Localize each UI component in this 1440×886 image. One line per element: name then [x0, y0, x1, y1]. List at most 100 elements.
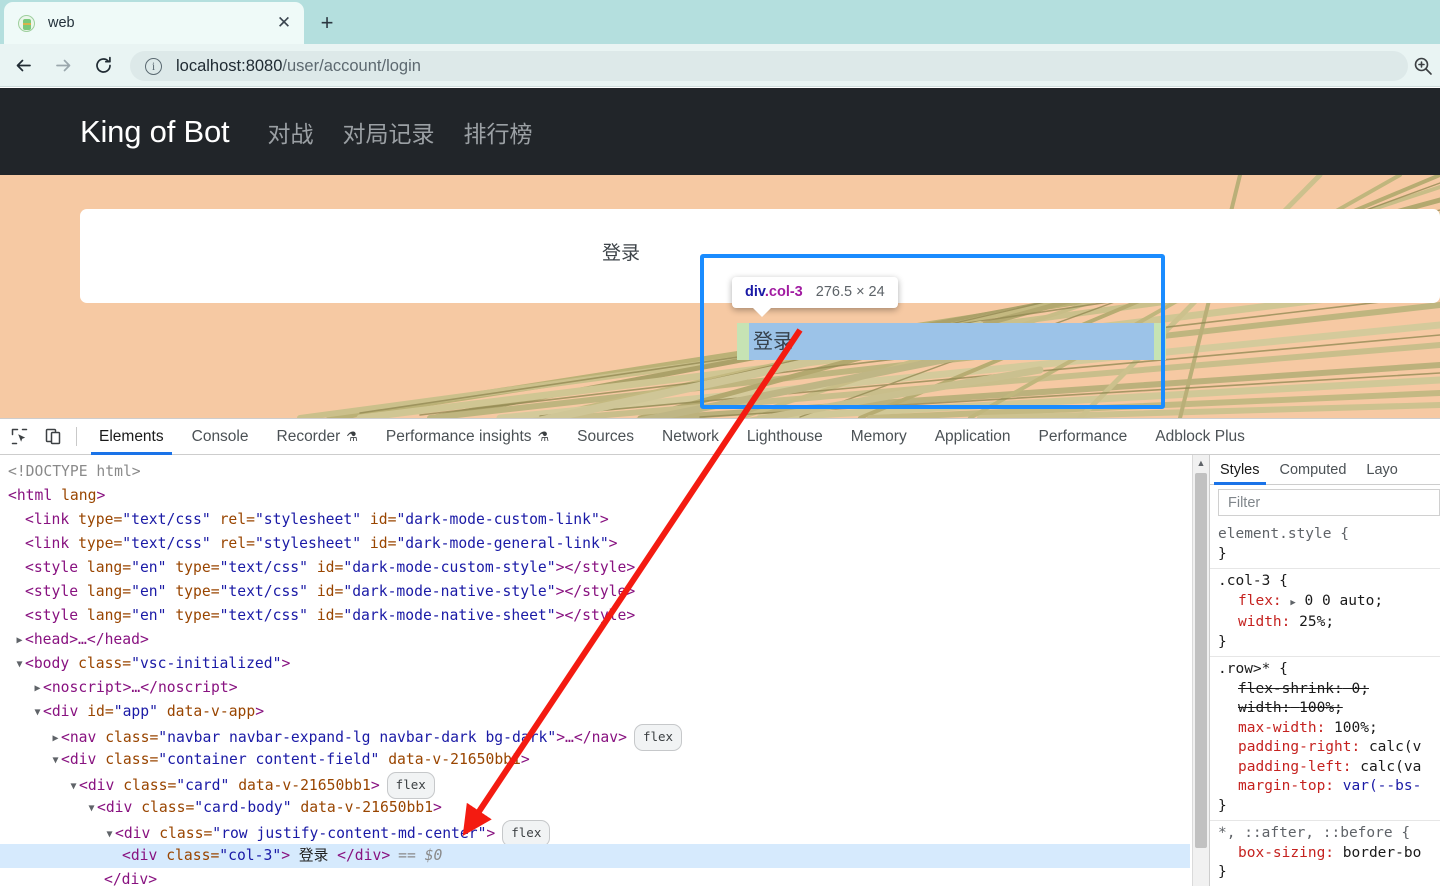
url-path: /user/account/login	[282, 56, 421, 75]
style-rule-row-children[interactable]: .row>* { flex-shrink: 0; width: 100%; ma…	[1210, 657, 1440, 821]
close-icon[interactable]: ✕	[271, 10, 297, 36]
dom-line-doctype[interactable]: <!DOCTYPE html>	[0, 460, 1190, 484]
styles-tab-styles[interactable]: Styles	[1210, 455, 1270, 485]
dom-line-link-general[interactable]: <link type="text/css" rel="stylesheet" i…	[0, 532, 1190, 556]
rule-selector[interactable]: .row>* {	[1218, 661, 1288, 677]
forward-arrow-icon[interactable]	[46, 48, 80, 82]
dom-line-selected-col3[interactable]: <div class="col-3"> 登录 </div> == $0	[0, 844, 1190, 868]
info-circle-icon[interactable]: i	[145, 57, 162, 75]
dom-line-app[interactable]: ▼ <div id="app" data-v-app>	[0, 700, 1190, 724]
attr-name: id	[316, 559, 335, 576]
plus-icon[interactable]: +	[312, 8, 342, 38]
devtools-tab-memory[interactable]: Memory	[837, 419, 921, 455]
dom-line-body[interactable]: ▼ <body class="vsc-initialized">	[0, 652, 1190, 676]
reload-icon[interactable]	[86, 48, 120, 82]
tab-label: Styles	[1220, 461, 1260, 478]
q: "	[131, 607, 140, 624]
zoom-in-icon[interactable]	[1410, 53, 1436, 79]
tag-name: html	[16, 487, 53, 504]
dom-line-html[interactable]: <html lang>	[0, 484, 1190, 508]
flex-badge[interactable]: flex	[633, 724, 683, 751]
style-rule-universal-box-sizing[interactable]: *, ::after, ::before { box-sizing: borde…	[1210, 821, 1440, 886]
flex-badge[interactable]: flex	[386, 772, 435, 799]
tag-close: >	[626, 583, 636, 600]
dom-line-nav[interactable]: ▶ <nav class="navbar navbar-expand-lg nav…	[0, 724, 1190, 751]
style-rule-element-style[interactable]: element.style { }	[1210, 522, 1440, 569]
styles-filter-input[interactable]: Filter	[1218, 489, 1440, 516]
devtools-tab-adblock-plus[interactable]: Adblock Plus	[1141, 419, 1259, 455]
styles-tab-computed[interactable]: Computed	[1270, 455, 1357, 485]
chevron-down-icon[interactable]: ▼	[32, 701, 43, 725]
nav-link-ranking[interactable]: 排行榜	[463, 115, 532, 149]
devtools-tab-console[interactable]: Console	[178, 419, 263, 455]
dom-line-style-sheet[interactable]: <style lang="en" type="text/css" id="dar…	[0, 604, 1190, 628]
q: "	[396, 535, 406, 552]
css-property-flex[interactable]: flex: ▶ 0 0 auto;	[1218, 592, 1440, 614]
doctype-text: <!DOCTYPE html>	[8, 463, 141, 480]
chevron-right-icon[interactable]: ▶	[32, 677, 43, 701]
css-property-margin-top[interactable]: margin-top: var(--bs-	[1218, 777, 1440, 797]
dom-line-style-native[interactable]: <style lang="en" type="text/css" id="dar…	[0, 580, 1190, 604]
site-brand[interactable]: King of Bot	[80, 114, 230, 150]
devtools-tab-network[interactable]: Network	[648, 419, 733, 455]
css-property-box-sizing[interactable]: box-sizing: border-bo	[1218, 844, 1440, 864]
css-property-flex-shrink[interactable]: flex-shrink: 0;	[1218, 680, 1440, 700]
dom-line-head[interactable]: ▶ <head>…</head>	[0, 628, 1190, 652]
dom-line-row-close[interactable]: </div>	[0, 868, 1190, 886]
attr-name: type	[78, 511, 114, 528]
rule-close-brace: }	[1218, 864, 1227, 880]
styles-tab-layout[interactable]: Layo	[1356, 455, 1407, 485]
back-arrow-icon[interactable]	[6, 48, 40, 82]
dom-line-link-custom[interactable]: <link type="text/css" rel="stylesheet" i…	[0, 508, 1190, 532]
dom-tree: <!DOCTYPE html> <html lang> <link type="…	[0, 455, 1190, 886]
scrollbar-thumb[interactable]	[1195, 473, 1207, 848]
devtools-tab-performance-insights[interactable]: Performance insights ⚗	[372, 419, 563, 455]
inspect-element-icon[interactable]	[5, 422, 34, 451]
styles-tab-bar: Styles Computed Layo	[1210, 455, 1440, 485]
q: "	[599, 535, 609, 552]
chevron-down-icon[interactable]: ▼	[86, 797, 97, 821]
css-property-padding-left[interactable]: padding-left: calc(va	[1218, 758, 1440, 778]
dom-line-card[interactable]: ▼ <div class="card" data-v-21650bb1> flex	[0, 772, 1190, 799]
flex-badge[interactable]: flex	[502, 820, 551, 847]
dom-tree-scrollbar[interactable]: ▲	[1192, 455, 1209, 886]
browser-tab[interactable]: web ✕	[4, 2, 304, 44]
devtools-tab-elements[interactable]: Elements	[85, 419, 178, 455]
device-toolbar-icon[interactable]	[39, 422, 68, 451]
nav-link-records[interactable]: 对局记录	[342, 115, 434, 149]
dom-line-card-body[interactable]: ▼ <div class="card-body" data-v-21650bb1>	[0, 796, 1190, 820]
dom-line-row[interactable]: ▼ <div class="row justify-content-md-cent…	[0, 820, 1190, 847]
devtools-tab-application[interactable]: Application	[921, 419, 1025, 455]
chevron-down-icon[interactable]: ▼	[50, 749, 61, 773]
login-label-col3[interactable]: 登录	[590, 242, 930, 266]
chevron-down-icon[interactable]: ▼	[14, 653, 25, 677]
attr-name: class	[105, 751, 150, 768]
devtools-tab-lighthouse[interactable]: Lighthouse	[733, 419, 837, 455]
dom-line-container[interactable]: ▼ <div class="container content-field" da…	[0, 748, 1190, 772]
devtools-tab-recorder[interactable]: Recorder ⚗	[263, 419, 372, 455]
expand-triangle-icon[interactable]: ▶	[1290, 598, 1295, 608]
tab-label: Layo	[1366, 461, 1398, 478]
address-bar[interactable]: i localhost:8080/user/account/login	[130, 51, 1408, 81]
css-property-padding-right[interactable]: padding-right: calc(v	[1218, 738, 1440, 758]
tab-label: Adblock Plus	[1155, 427, 1245, 445]
css-property-max-width[interactable]: max-width: 100%;	[1218, 719, 1440, 739]
css-property-width[interactable]: width: 25%;	[1218, 613, 1440, 633]
dom-line-style-custom[interactable]: <style lang="en" type="text/css" id="dar…	[0, 556, 1190, 580]
nav-link-battle[interactable]: 对战	[267, 115, 313, 149]
dom-line-noscript[interactable]: ▶ <noscript>…</noscript>	[0, 676, 1190, 700]
devtools-tab-sources[interactable]: Sources	[563, 419, 648, 455]
tag-close: >	[370, 777, 380, 794]
rule-selector[interactable]: .col-3 {	[1218, 573, 1288, 589]
attr-value: text/css	[228, 559, 300, 576]
style-rule-col3[interactable]: .col-3 { flex: ▶ 0 0 auto; width: 25%; }	[1210, 569, 1440, 657]
chevron-right-icon[interactable]: ▶	[14, 629, 25, 653]
dom-tree-pane[interactable]: <!DOCTYPE html> <html lang> <link type="…	[0, 455, 1209, 886]
attr-name: id	[87, 703, 105, 720]
devtools-tab-performance[interactable]: Performance	[1025, 419, 1142, 455]
rule-selector[interactable]: element.style {	[1218, 526, 1349, 542]
rule-selector[interactable]: *, ::after, ::before {	[1218, 825, 1410, 841]
scroll-up-arrow-icon[interactable]: ▲	[1193, 455, 1209, 471]
tag-name: div	[51, 703, 79, 720]
css-property-width-overridden[interactable]: width: 100%;	[1218, 699, 1440, 719]
